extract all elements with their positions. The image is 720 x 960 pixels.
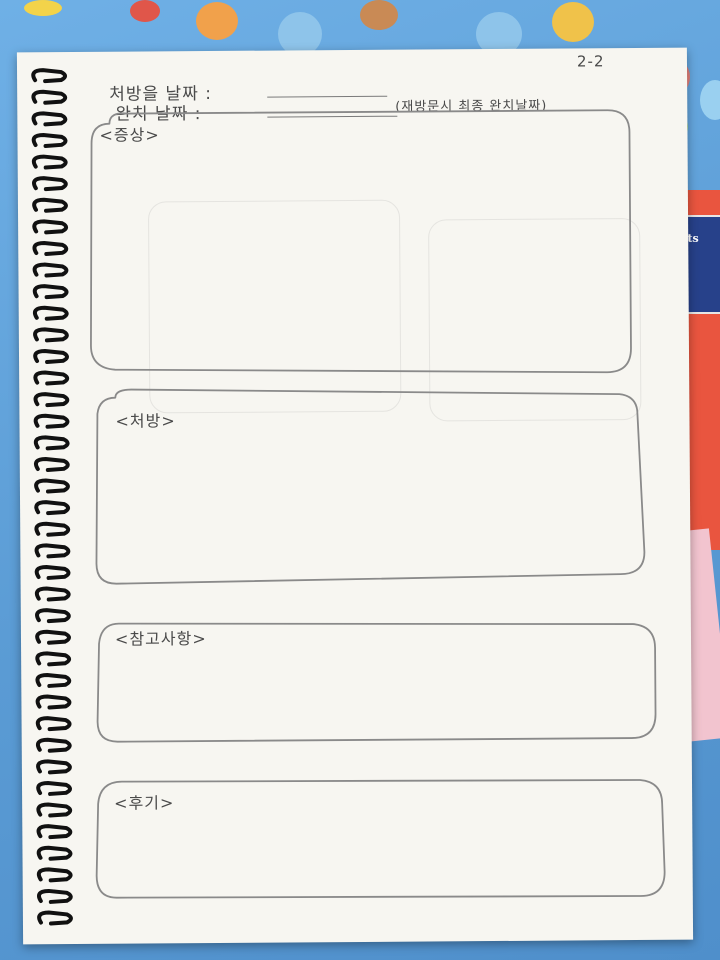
reference-section-label: <참고사항> [114,629,207,649]
review-section-label: <후기> [114,793,175,813]
prescription-box [95,388,646,585]
review-box [95,779,666,899]
symptom-section-label: <증상> [99,125,160,145]
symptom-box [90,109,632,374]
sticker-decoration [552,2,594,42]
prescription-section-label: <처방> [115,411,176,431]
sticker-decoration [360,0,398,30]
sticker-decoration [196,2,238,40]
notebook-page: 2-2 처방을 날짜 : 완치 날짜 : (재방문시 최종 완치날짜) <증상>… [16,47,694,945]
sticker-decoration [24,0,62,16]
sticker-decoration [130,0,160,22]
